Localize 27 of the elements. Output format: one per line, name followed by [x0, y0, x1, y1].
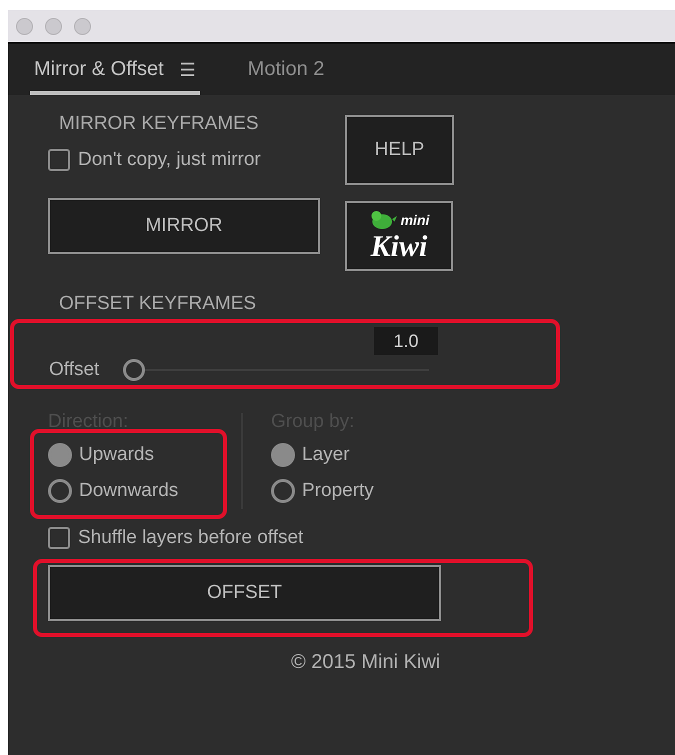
tab[interactable]: Mirror & Offset ☰ [30, 58, 200, 95]
help-button[interactable]: HELP [345, 115, 454, 185]
bird-icon [368, 209, 397, 231]
slider-thumb[interactable] [123, 359, 146, 381]
radio-button[interactable] [48, 443, 72, 467]
value-field[interactable]: 1.0 [374, 327, 438, 355]
radio-label: Upwards [79, 444, 154, 466]
checkbox-label: Shuffle layers before offset [78, 527, 304, 549]
radio-button[interactable] [271, 443, 295, 467]
radio-label: Property [302, 480, 374, 502]
radio-button[interactable] [271, 479, 295, 503]
radio-button[interactable] [48, 479, 72, 503]
offset-button[interactable]: OFFSET [48, 565, 441, 621]
checkbox[interactable] [48, 149, 70, 171]
mirror-button[interactable]: MIRROR [48, 198, 320, 254]
tab[interactable]: Motion 2 [244, 58, 328, 95]
logo-text: Kiwi [370, 231, 428, 263]
radio-label: Downwards [79, 480, 178, 502]
copyright-text: © 2015 Mini Kiwi [291, 651, 440, 674]
section-heading: OFFSET KEYFRAMES [59, 293, 258, 315]
checkbox-label: Don't copy, just mirror [78, 149, 261, 171]
radio-label: Layer [302, 444, 350, 466]
checkbox[interactable] [48, 527, 70, 549]
logo-text: mini [400, 212, 430, 228]
menu-icon[interactable]: ☰ [180, 58, 196, 80]
slider-label: Offset [49, 359, 100, 381]
section-heading: MIRROR KEYFRAMES [59, 113, 260, 135]
